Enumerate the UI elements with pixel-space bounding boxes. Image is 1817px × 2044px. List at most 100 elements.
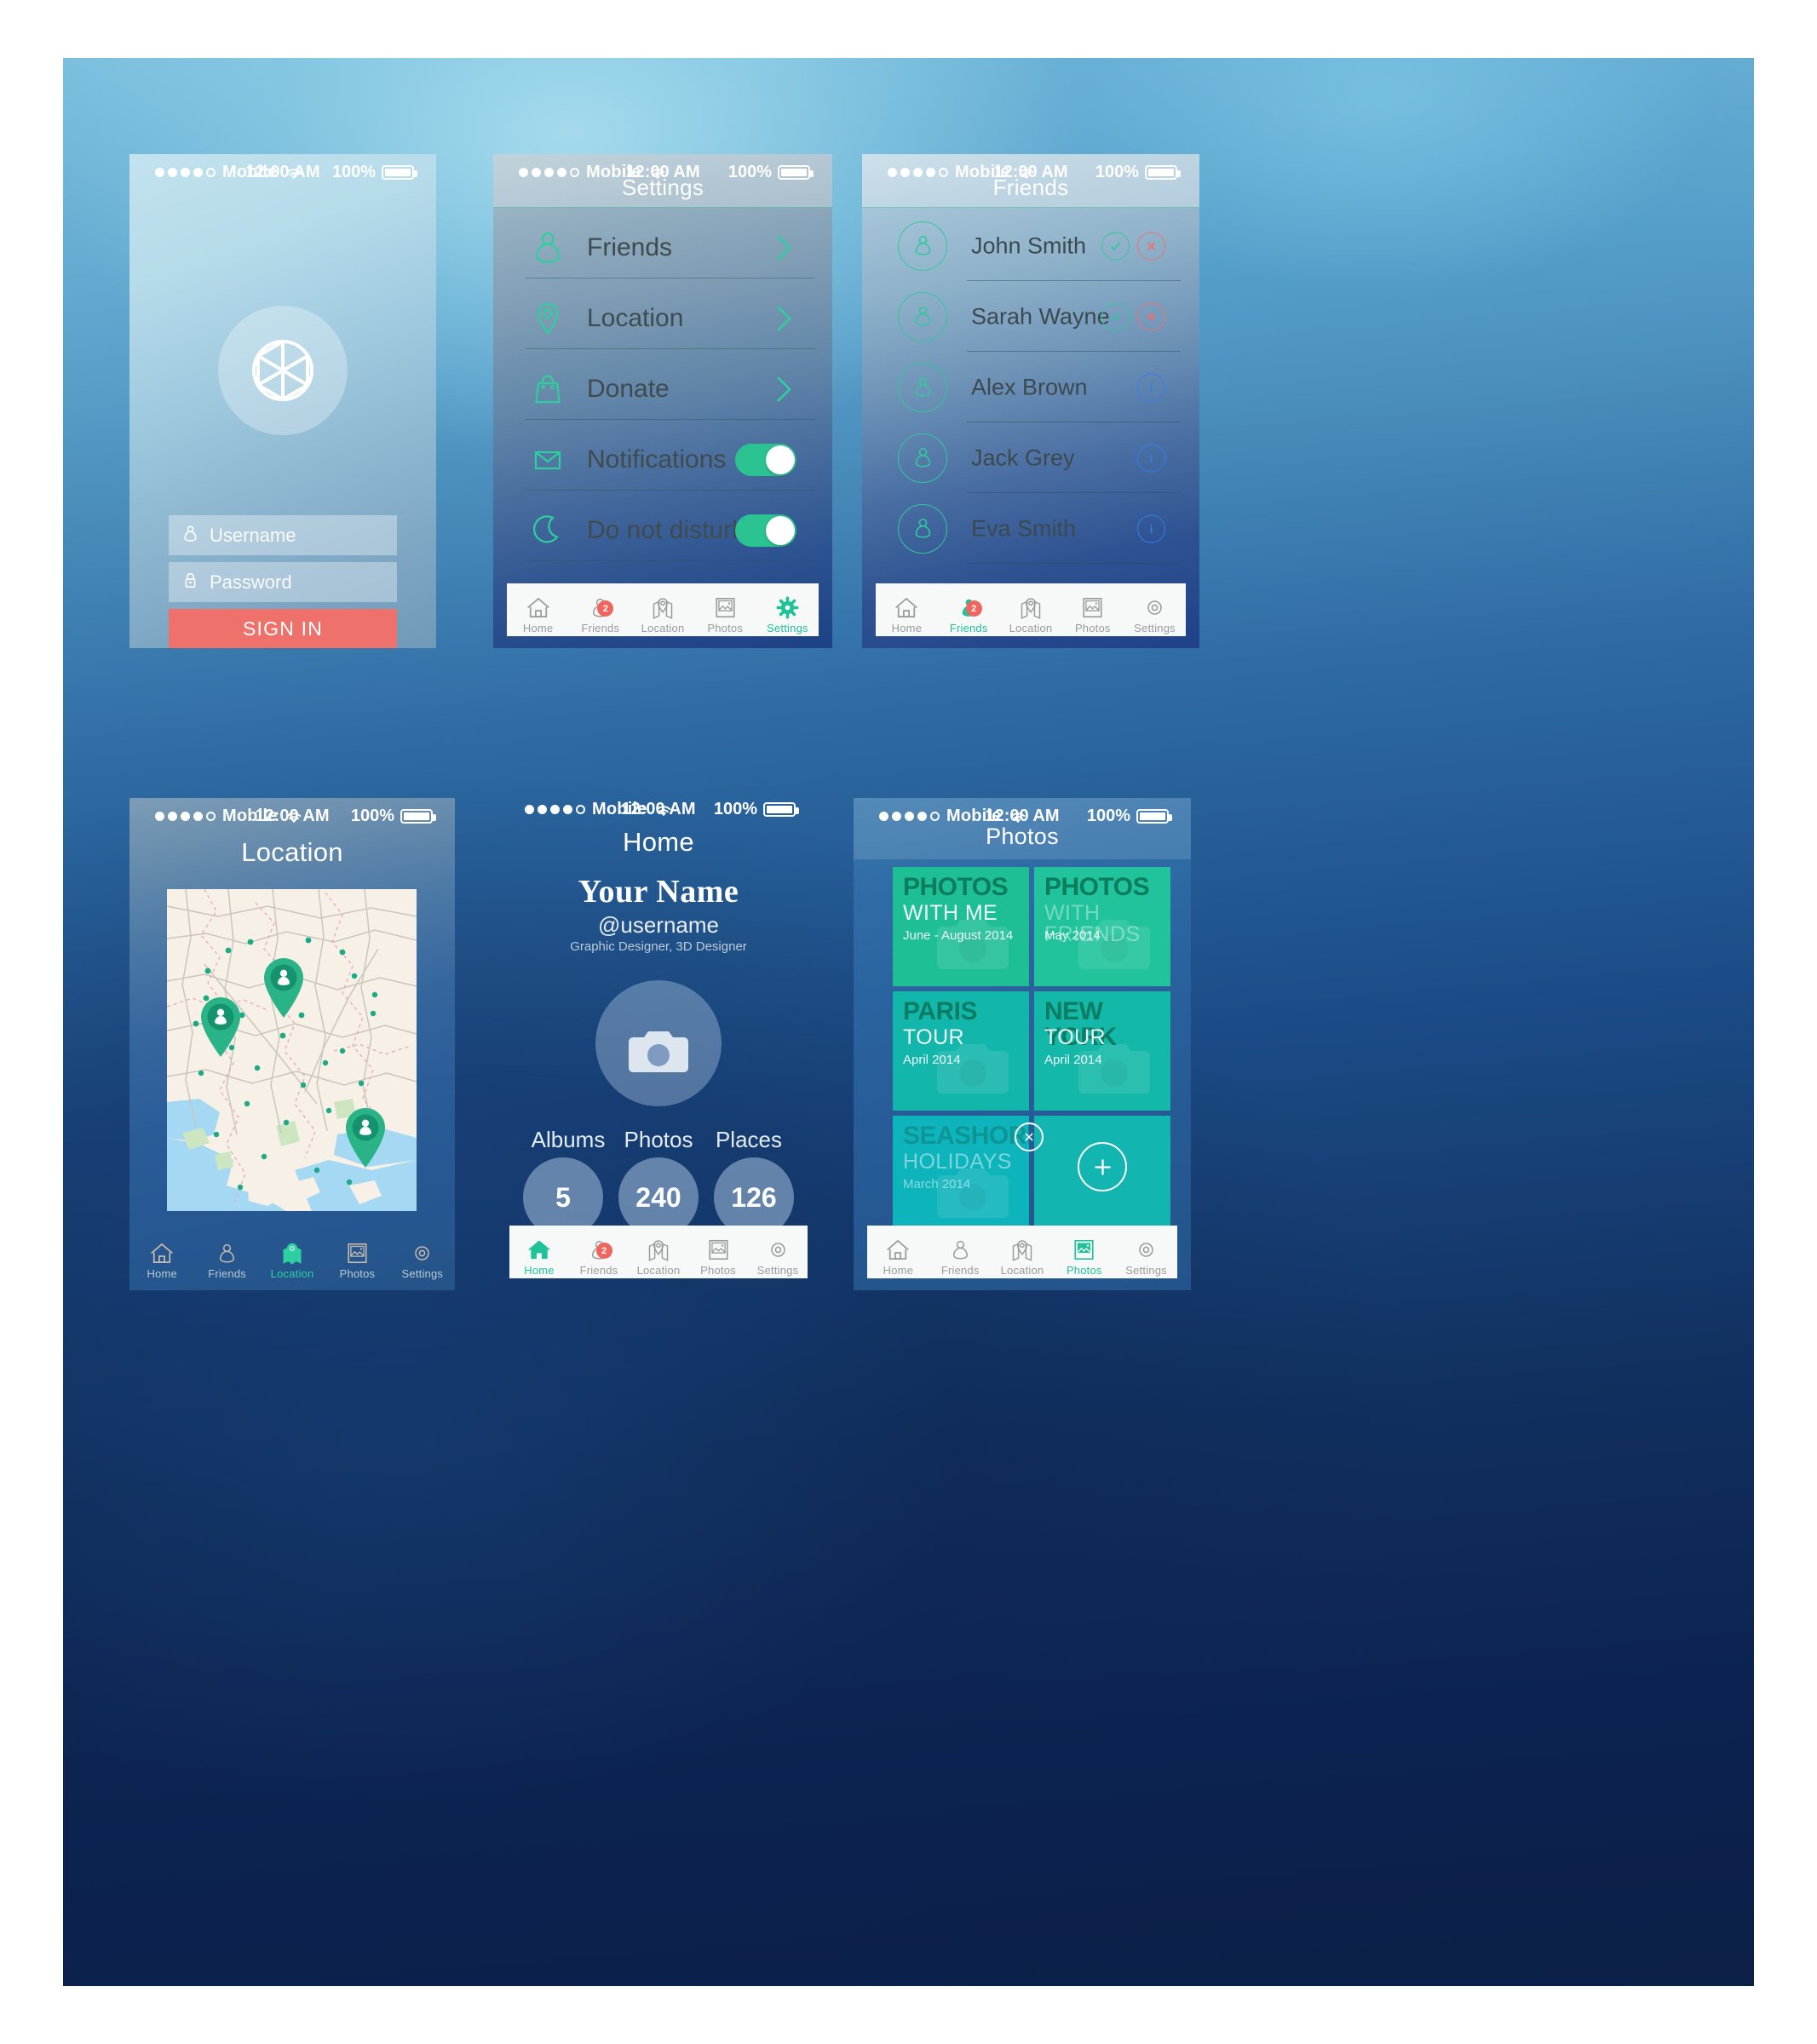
accept-button[interactable]: [1101, 232, 1130, 260]
map-pin-icon: [651, 585, 675, 619]
signal-strength-icon: [519, 167, 579, 177]
do-not-disturb-toggle[interactable]: [735, 514, 796, 547]
divider: [967, 563, 1181, 564]
settings-screen: Mobile 12:00 AM 100% Settings Friends Lo…: [493, 154, 832, 648]
tab-photos[interactable]: Photos: [1053, 1226, 1115, 1278]
album-tile[interactable]: NEW YORK TOUR April 2014: [1034, 991, 1170, 1111]
settings-row-label: Location: [587, 304, 684, 332]
decline-button[interactable]: [1137, 232, 1165, 260]
tab-bar: Home Friends Location Photos Settings: [129, 1226, 455, 1285]
tab-settings[interactable]: Settings: [1115, 1226, 1177, 1278]
tab-friends[interactable]: Friends: [194, 1226, 259, 1285]
battery-icon: [1145, 164, 1181, 180]
settings-row-notifications[interactable]: Notifications: [493, 429, 832, 491]
tab-location[interactable]: Location: [631, 583, 693, 636]
tab-location[interactable]: Location: [1000, 583, 1062, 636]
username-handle: @username: [597, 912, 719, 938]
photo-icon: [708, 1227, 729, 1261]
tab-location[interactable]: Location: [629, 1226, 688, 1278]
decline-button[interactable]: [1137, 302, 1165, 330]
page-title: Home: [623, 827, 694, 857]
clock-label: 12:00 AM: [985, 806, 1060, 825]
map-pin-marker[interactable]: [341, 1106, 390, 1169]
divider: [526, 348, 815, 349]
map-pin-marker[interactable]: [259, 956, 308, 1019]
settings-row-label: Do not disturb: [587, 516, 746, 544]
friends-badge: 2: [595, 1243, 612, 1259]
home-icon: [526, 1227, 552, 1261]
album-title: PHOTOS: [903, 873, 1009, 901]
tab-bar: Home 2 Friends Location Photos Settings: [507, 583, 819, 636]
friend-row[interactable]: John Smith: [862, 210, 1199, 281]
accept-button[interactable]: [1101, 302, 1130, 330]
status-bar-right: 100%: [728, 163, 814, 182]
add-album-tile[interactable]: [1034, 1116, 1170, 1235]
tab-friends[interactable]: 2 Friends: [569, 1226, 629, 1278]
tab-photos[interactable]: Photos: [688, 1226, 748, 1278]
tab-friends[interactable]: 2 Friends: [569, 583, 631, 636]
gear-icon: [1135, 1227, 1158, 1261]
tab-settings[interactable]: Settings: [1124, 583, 1186, 636]
home-screen: Mobile 12:00 AM 100% Home Your Name @use…: [499, 791, 818, 1285]
home-icon: [894, 585, 919, 619]
friend-row[interactable]: Eva Smith: [862, 493, 1199, 564]
tab-home[interactable]: Home: [876, 583, 938, 636]
album-tile[interactable]: PHOTOS WITH FRIENDS May 2014: [1034, 867, 1170, 986]
tab-photos[interactable]: Photos: [325, 1226, 389, 1285]
tab-label: Location: [1009, 622, 1053, 634]
tab-label: Friends: [579, 1264, 618, 1277]
avatar: [898, 221, 947, 271]
home-icon: [885, 1227, 911, 1261]
settings-row-donate[interactable]: Donate: [493, 359, 832, 420]
tab-bar: Home 2 Friends Location Photos Settings: [876, 583, 1186, 636]
tab-location[interactable]: Location: [992, 1226, 1054, 1278]
album-tile[interactable]: PARIS TOUR April 2014: [893, 991, 1029, 1111]
info-button[interactable]: [1137, 373, 1165, 401]
sign-in-button[interactable]: SIGN IN: [169, 609, 397, 648]
friend-name: John Smith: [971, 233, 1087, 258]
settings-row-location[interactable]: Location: [493, 288, 832, 349]
status-bar: Mobile 12:00 AM 100%: [129, 798, 455, 834]
tab-friends[interactable]: 2 Friends: [938, 583, 1000, 636]
tab-label: Location: [270, 1267, 314, 1280]
friend-name: Alex Brown: [971, 374, 1088, 399]
tab-label: Home: [522, 622, 554, 634]
album-tile[interactable]: PHOTOS WITH ME June - August 2014: [893, 867, 1029, 986]
settings-row-label: Notifications: [587, 445, 727, 474]
battery-icon: [1136, 808, 1172, 824]
tab-photos[interactable]: Photos: [694, 583, 756, 636]
close-icon[interactable]: [1015, 1122, 1044, 1151]
tab-home[interactable]: Home: [867, 1226, 929, 1278]
tab-home[interactable]: Home: [507, 583, 569, 636]
info-button[interactable]: [1137, 514, 1165, 543]
settings-row-do-not-disturb[interactable]: Do not disturb: [493, 500, 832, 561]
album-date: May 2014: [1044, 928, 1101, 943]
tab-settings[interactable]: Settings: [756, 583, 819, 636]
info-button[interactable]: [1137, 444, 1165, 472]
envelope-icon: [531, 440, 565, 479]
friend-row[interactable]: Jack Grey: [862, 422, 1199, 493]
settings-row-friends[interactable]: Friends: [493, 217, 832, 278]
plus-icon[interactable]: [1078, 1142, 1127, 1191]
password-input[interactable]: Password: [169, 562, 397, 602]
tab-settings[interactable]: Settings: [748, 1226, 808, 1278]
map-pin-marker[interactable]: [196, 996, 245, 1059]
tab-location[interactable]: Location: [260, 1226, 325, 1285]
photo-icon: [1082, 585, 1103, 619]
tab-home[interactable]: Home: [129, 1226, 194, 1285]
tab-home[interactable]: Home: [509, 1226, 569, 1278]
tab-friends[interactable]: Friends: [929, 1226, 992, 1278]
notifications-toggle[interactable]: [735, 444, 796, 476]
battery-percent-label: 100%: [713, 799, 757, 818]
tab-label: Settings: [756, 1264, 799, 1277]
album-tile[interactable]: SEASHORE HOLIDAYS March 2014: [893, 1116, 1029, 1235]
username-input[interactable]: Username: [169, 515, 397, 555]
settings-row-label: Donate: [587, 375, 670, 403]
tab-photos[interactable]: Photos: [1061, 583, 1124, 636]
friend-row[interactable]: Sarah Wayne: [862, 281, 1199, 352]
home-icon: [526, 585, 551, 619]
friends-screen: Mobile 12:00 AM 100% Friends John Smith: [862, 154, 1199, 648]
album-date: June - August 2014: [903, 928, 1014, 943]
friend-row[interactable]: Alex Brown: [862, 352, 1199, 422]
tab-settings[interactable]: Settings: [390, 1226, 455, 1285]
